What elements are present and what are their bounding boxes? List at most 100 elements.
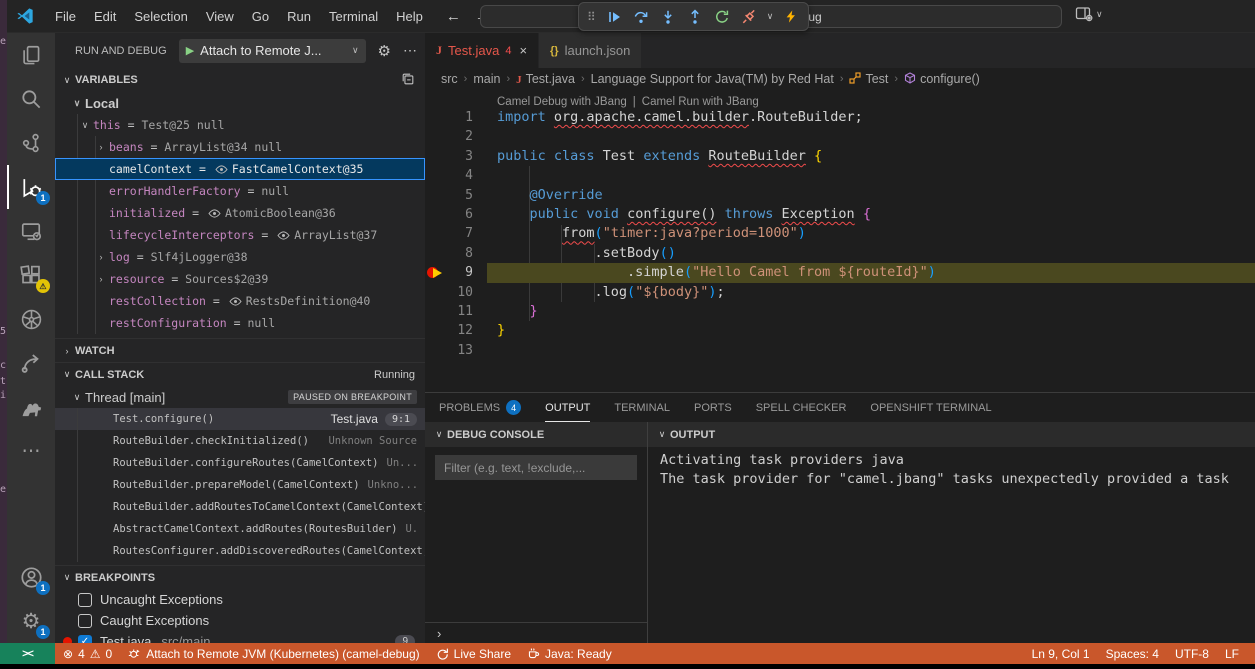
variable-row-beans[interactable]: ›beans = ArrayList@34 null (55, 136, 425, 158)
activity-item-remote-explorer[interactable] (7, 209, 55, 253)
menu-selection[interactable]: Selection (125, 5, 196, 28)
variable-row-errorhandlerfactory[interactable]: errorHandlerFactory = null (55, 180, 425, 202)
variables-scope-local[interactable]: ∨Local (55, 92, 425, 114)
panel-tab-ports[interactable]: PORTS (694, 393, 732, 422)
code-text[interactable]: public void configure() throws Exception… (497, 205, 871, 224)
breakpoint-row-test-java[interactable]: ✓Test.javasrc/main9 (55, 631, 425, 643)
output-header[interactable]: ∨ OUTPUT (648, 422, 1255, 447)
breakpoint-margin[interactable] (425, 205, 445, 224)
variable-row-initialized[interactable]: initialized = AtomicBoolean@36 (55, 202, 425, 224)
stack-frame-test-configure[interactable]: Test.configure()Test.java9:1 (55, 408, 425, 430)
activity-item-kubernetes[interactable] (7, 297, 55, 341)
breakpoint-margin[interactable] (425, 244, 445, 263)
code-text[interactable]: import org.apache.camel.builder.RouteBui… (497, 108, 863, 127)
breadcrumb-item-test-java[interactable]: JTest.java (516, 72, 575, 86)
menu-view[interactable]: View (197, 5, 243, 28)
drag-handle-icon[interactable]: ⠿ (587, 10, 596, 24)
breakpoint-margin[interactable] (425, 127, 445, 146)
panel-tab-openshift-terminal[interactable]: OPENSHIFT TERMINAL (870, 393, 991, 422)
menu-run[interactable]: Run (278, 5, 320, 28)
variable-row-restconfiguration[interactable]: restConfiguration = null (55, 312, 425, 334)
hot-code-replace-button[interactable] (782, 8, 800, 26)
lazy-eval-eye-icon[interactable] (277, 231, 290, 240)
breakpoint-margin[interactable] (425, 341, 445, 360)
activity-item-accounts[interactable]: 1 (7, 555, 55, 599)
stack-frame-routesconfigurer-adddiscoveredroutes[interactable]: RoutesConfigurer.addDiscoveredRoutes(Cam… (55, 540, 425, 562)
stack-frame-routebuilder-checkinitialized[interactable]: RouteBuilder.checkInitialized()Unknown S… (55, 430, 425, 452)
activity-item-search[interactable] (7, 77, 55, 121)
activity-item-run-and-debug[interactable]: 1 (7, 165, 55, 209)
collapse-all-icon[interactable] (401, 72, 415, 89)
more-actions-icon[interactable]: ⋯ (403, 42, 417, 59)
nav-back-icon[interactable]: ← (446, 8, 461, 25)
launch-config-dropdown[interactable]: ▶ Attach to Remote J... ∨ (179, 39, 366, 63)
lazy-eval-eye-icon[interactable] (215, 165, 228, 174)
debug-console-prompt[interactable]: › (425, 622, 647, 643)
java-status[interactable]: Java: Ready (519, 643, 620, 664)
breakpoint-margin[interactable] (425, 147, 445, 166)
variable-row-this[interactable]: ∨this = Test@25 null (55, 114, 425, 136)
activity-item-more[interactable]: ⋯ (7, 429, 55, 473)
stack-frame-routebuilder-preparemodel[interactable]: RouteBuilder.prepareModel(CamelContext)U… (55, 474, 425, 496)
activity-item-manage[interactable]: ⚙1 (7, 599, 55, 643)
panel-tab-problems[interactable]: PROBLEMS4 (439, 393, 521, 422)
code-text[interactable]: .log("${body}"); (497, 283, 725, 302)
remote-indicator[interactable]: >< (0, 643, 55, 664)
menu-file[interactable]: File (46, 5, 85, 28)
editor-tab-launch-json[interactable]: {}launch.json (539, 33, 642, 68)
breadcrumb-item-src[interactable]: src (441, 72, 458, 86)
restart-button[interactable] (713, 8, 731, 26)
problems-status[interactable]: ⊗ 4 ⚠ 0 (55, 643, 120, 664)
stack-frame-abstractcamelcontext-addroutes[interactable]: AbstractCamelContext.addRoutes(RoutesBui… (55, 518, 425, 540)
code-text[interactable]: @Override (497, 186, 603, 205)
breadcrumb-item-language-support-for-java-tm-by-red-hat[interactable]: Language Support for Java(TM) by Red Hat (591, 72, 834, 86)
breakpoints-section-header[interactable]: ∨ BREAKPOINTS (55, 565, 425, 589)
variable-row-log[interactable]: ›log = Slf4jLogger@38 (55, 246, 425, 268)
indentation-setting[interactable]: Spaces: 4 (1098, 643, 1167, 664)
code-text[interactable]: .setBody() (497, 244, 676, 263)
editor-tab-test-java[interactable]: JTest.java4× (425, 33, 539, 68)
debug-console-filter-input[interactable] (435, 455, 637, 480)
encoding-setting[interactable]: UTF-8 (1167, 643, 1217, 664)
continue-button[interactable] (605, 8, 623, 26)
code-text[interactable]: public class Test extends RouteBuilder { (497, 147, 822, 166)
activity-item-camel[interactable] (7, 385, 55, 429)
watch-section-header[interactable]: › WATCH (55, 338, 425, 362)
close-icon[interactable]: × (519, 43, 527, 58)
code-text[interactable]: } (497, 302, 538, 321)
panel-tab-spell-checker[interactable]: SPELL CHECKER (756, 393, 847, 422)
breadcrumb-item-test[interactable]: Test (849, 72, 888, 87)
code-text[interactable]: } (497, 321, 505, 340)
activity-item-source-control[interactable] (7, 121, 55, 165)
code-text[interactable]: .simple("Hello Camel from ${routeId}") (497, 263, 936, 282)
breakpoint-margin[interactable] (425, 166, 445, 185)
breakpoint-checkbox[interactable]: ✓ (78, 635, 92, 644)
breakpoint-checkbox[interactable] (78, 614, 92, 628)
breakpoint-margin[interactable] (425, 186, 445, 205)
step-out-button[interactable] (686, 8, 704, 26)
customize-layout-button[interactable]: ∨ (1075, 6, 1103, 22)
variables-section-header[interactable]: ∨ VARIABLES (55, 68, 425, 92)
activity-item-serverless[interactable] (7, 341, 55, 385)
activity-item-explorer[interactable] (7, 33, 55, 77)
stack-frame-routebuilder-configureroutes[interactable]: RouteBuilder.configureRoutes(CamelContex… (55, 452, 425, 474)
disconnect-button[interactable] (740, 8, 758, 26)
breakpoint-margin[interactable] (425, 302, 445, 321)
codelens-link-camel-debug-with-jbang[interactable]: Camel Debug with JBang (497, 96, 627, 108)
debug-session-status[interactable]: Attach to Remote JVM (Kubernetes) (camel… (120, 643, 427, 664)
activity-item-extensions[interactable]: ⚠ (7, 253, 55, 297)
codelens-link-camel-run-with-jbang[interactable]: Camel Run with JBang (642, 96, 759, 108)
panel-tab-output[interactable]: OUTPUT (545, 393, 590, 422)
panel-tab-terminal[interactable]: TERMINAL (614, 393, 670, 422)
code-text[interactable]: from("timer:java?period=1000") (497, 224, 806, 243)
breakpoint-margin[interactable] (425, 108, 445, 127)
breakpoint-row-uncaught-exceptions[interactable]: Uncaught Exceptions (55, 589, 425, 610)
live-share-status[interactable]: Live Share (428, 643, 519, 664)
menu-terminal[interactable]: Terminal (320, 5, 387, 28)
step-into-button[interactable] (659, 8, 677, 26)
breakpoint-margin[interactable] (425, 321, 445, 340)
lazy-eval-eye-icon[interactable] (229, 297, 242, 306)
cursor-position[interactable]: Ln 9, Col 1 (1024, 643, 1098, 664)
stack-frame-routebuilder-addroutestocamelcontext[interactable]: RouteBuilder.addRoutesToCamelContext(Cam… (55, 496, 425, 518)
debug-console-header[interactable]: ∨ DEBUG CONSOLE (425, 422, 647, 447)
